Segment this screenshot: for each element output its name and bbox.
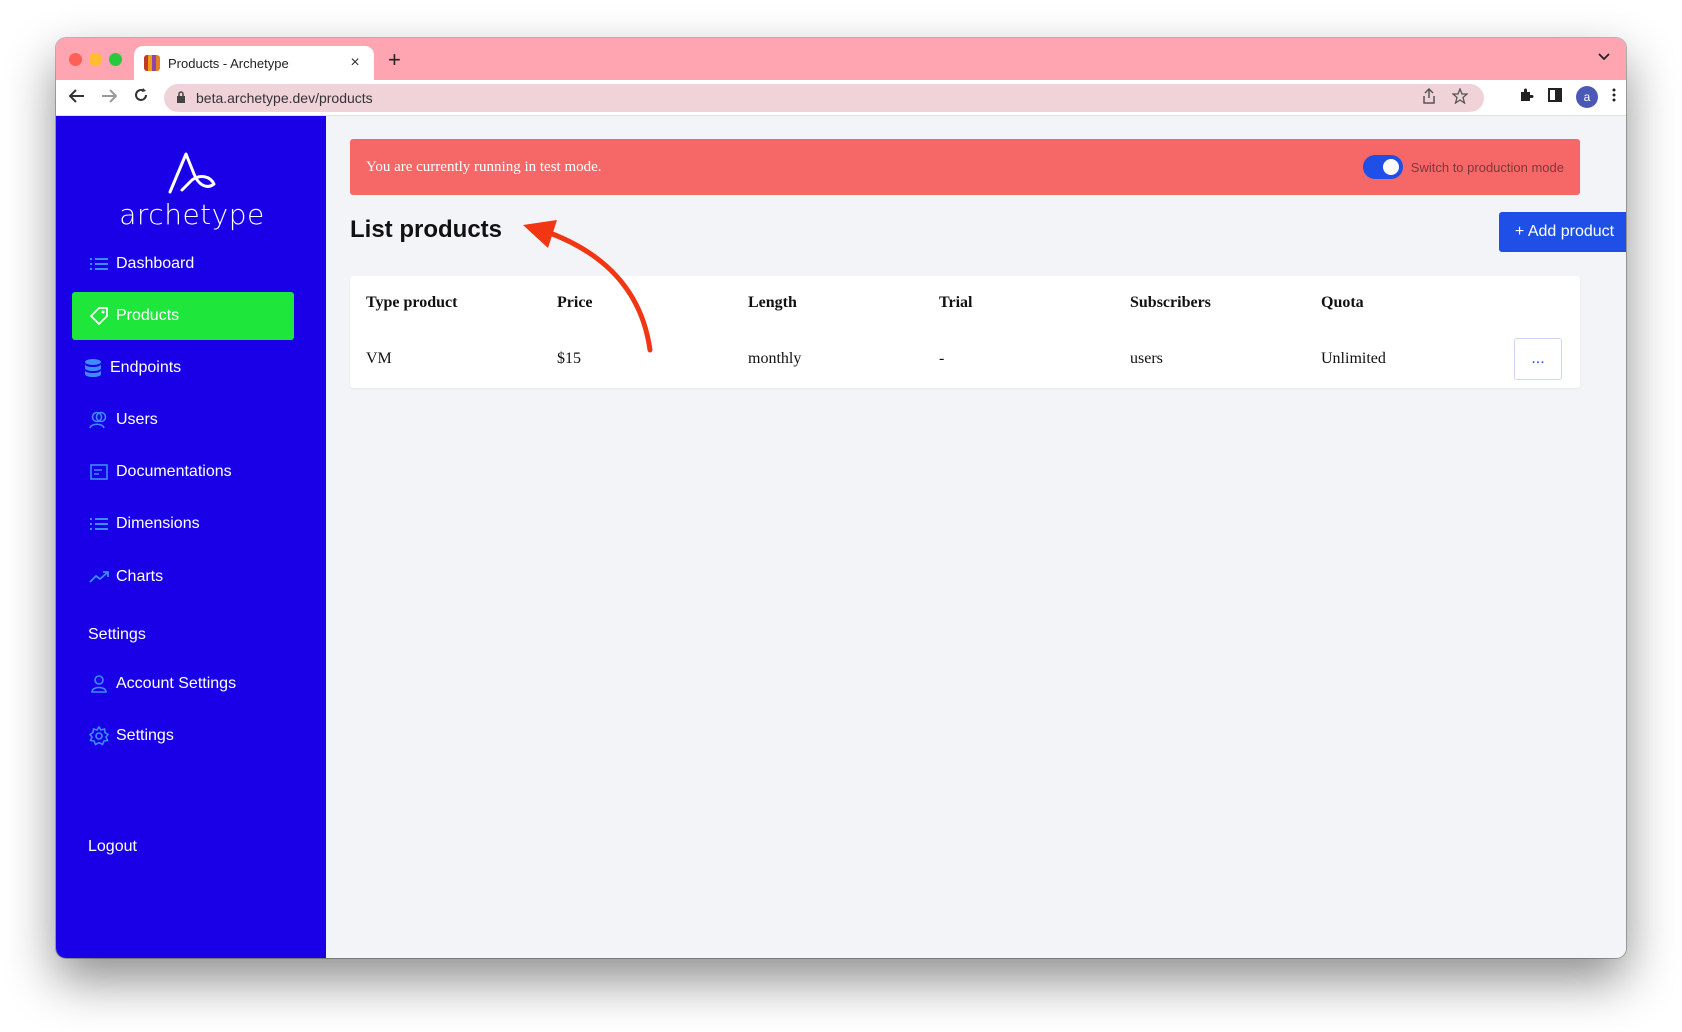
list-icon xyxy=(88,513,110,535)
column-header-quota: Quota xyxy=(1321,294,1364,311)
database-icon xyxy=(82,357,104,379)
page-title: List products xyxy=(350,216,503,243)
sidebar-item-label: Endpoints xyxy=(110,359,182,376)
archetype-logo-icon xyxy=(168,152,216,194)
toolbar-actions: a xyxy=(1518,86,1616,108)
share-icon[interactable] xyxy=(1422,87,1436,108)
sidebar-item-account-settings[interactable]: Account Settings xyxy=(72,660,294,708)
users-icon xyxy=(88,409,110,431)
column-header-subscribers: Subscribers xyxy=(1130,294,1211,311)
more-vertical-icon[interactable] xyxy=(1612,88,1616,106)
address-bar[interactable]: beta.archetype.dev/products xyxy=(164,84,1484,112)
table-cell-length: monthly xyxy=(748,350,802,367)
banner-text: You are currently running in test mode. xyxy=(366,158,602,175)
url-text[interactable]: beta.archetype.dev/products xyxy=(196,90,1422,106)
maximize-window-button[interactable] xyxy=(109,53,122,66)
settings-heading: Settings xyxy=(88,626,146,643)
table-cell-quota: Unlimited xyxy=(1321,350,1386,367)
toggle-label[interactable]: Switch to production mode xyxy=(1411,160,1564,175)
archetype-logo[interactable]: archetype xyxy=(112,150,272,231)
side-panel-icon[interactable] xyxy=(1548,88,1562,106)
tab-close-icon[interactable]: × xyxy=(346,54,364,72)
sidebar-item-settings[interactable]: Settings xyxy=(72,712,294,760)
tag-icon xyxy=(88,305,110,327)
sidebar-item-charts[interactable]: Charts xyxy=(72,553,294,601)
back-arrow-icon[interactable] xyxy=(66,87,88,108)
sidebar-item-documentations[interactable]: Documentations xyxy=(72,448,294,496)
sidebar-item-products[interactable]: Products xyxy=(72,292,294,340)
table-cell-trial: - xyxy=(939,350,945,367)
production-mode-toggle[interactable] xyxy=(1362,155,1403,179)
trending-up-icon xyxy=(88,566,110,588)
close-window-button[interactable] xyxy=(69,53,82,66)
sidebar-item-endpoints[interactable]: Endpoints xyxy=(72,344,294,392)
sidebar-item-users[interactable]: Users xyxy=(72,396,294,444)
column-header-length: Length xyxy=(748,294,797,311)
favicon-icon xyxy=(144,55,160,71)
browser-toolbar: beta.archetype.dev/products a xyxy=(56,80,1626,116)
new-tab-button[interactable]: + xyxy=(388,47,401,73)
lock-icon xyxy=(176,90,186,106)
tab-title: Products - Archetype xyxy=(168,55,289,71)
sidebar-item-label: Account Settings xyxy=(116,675,237,692)
sidebar-item-label: Charts xyxy=(116,568,164,585)
forward-arrow-icon[interactable] xyxy=(98,87,120,108)
toggle-knob xyxy=(1382,159,1399,175)
sidebar-item-dimensions[interactable]: Dimensions xyxy=(72,500,294,548)
products-table: Type product Price Length Trial Subscrib… xyxy=(350,276,1580,388)
tab-search-chevron-icon[interactable] xyxy=(1598,50,1610,64)
test-mode-banner: You are currently running in test mode. … xyxy=(350,139,1580,195)
sidebar: archetype Dashboard Products Endpoints U xyxy=(56,116,326,958)
row-actions-button[interactable]: ... xyxy=(1514,338,1562,380)
logout-link[interactable]: Logout xyxy=(88,838,137,856)
user-icon xyxy=(88,673,110,695)
column-header-trial: Trial xyxy=(939,294,973,311)
profile-avatar[interactable]: a xyxy=(1576,86,1598,108)
table-cell-price: $15 xyxy=(557,350,581,367)
minimize-window-button[interactable] xyxy=(89,53,102,66)
extensions-puzzle-icon[interactable] xyxy=(1518,87,1534,107)
table-cell-subscribers: users xyxy=(1130,350,1163,367)
main-content: You are currently running in test mode. … xyxy=(326,116,1626,958)
sidebar-item-label: Users xyxy=(116,411,158,428)
add-product-button[interactable]: + Add product xyxy=(1499,212,1626,252)
browser-window: Products - Archetype × + beta.archetype.… xyxy=(56,38,1626,958)
sidebar-item-label: Dimensions xyxy=(116,515,200,532)
sidebar-item-dashboard[interactable]: Dashboard xyxy=(72,240,294,288)
list-icon xyxy=(88,253,110,275)
reload-icon[interactable] xyxy=(130,87,152,108)
bookmark-star-icon[interactable] xyxy=(1451,87,1469,108)
tab-strip: Products - Archetype × + xyxy=(56,38,1626,80)
sidebar-item-label: Documentations xyxy=(116,463,232,480)
column-header-type-product: Type product xyxy=(366,294,458,311)
logo-text: archetype xyxy=(119,198,265,231)
sidebar-item-label: Settings xyxy=(116,727,174,744)
sidebar-item-label: Products xyxy=(116,307,180,324)
sidebar-item-label: Dashboard xyxy=(116,255,195,272)
column-header-price: Price xyxy=(557,294,593,311)
table-cell-type-product: VM xyxy=(366,350,392,367)
document-icon xyxy=(88,461,110,483)
gear-icon xyxy=(88,725,110,747)
browser-tab[interactable]: Products - Archetype × xyxy=(134,46,374,80)
